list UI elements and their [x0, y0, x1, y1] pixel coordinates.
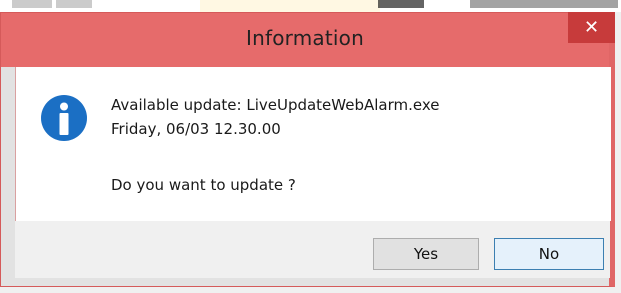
background-text [378, 0, 424, 8]
background-text [470, 0, 618, 8]
message-question: Do you want to update ? [111, 176, 296, 194]
info-icon [41, 95, 87, 141]
message-update-file: Available update: LiveUpdateWebAlarm.exe [111, 96, 440, 114]
background-text [12, 0, 52, 8]
background-text [56, 0, 92, 8]
dialog-button-bar: Yes No [15, 221, 610, 278]
dialog-title: Information [246, 26, 364, 50]
close-button[interactable]: ✕ [568, 12, 615, 43]
yes-button[interactable]: Yes [373, 238, 479, 270]
no-button[interactable]: No [494, 238, 604, 270]
background-app-strip [0, 0, 621, 12]
close-icon: ✕ [583, 17, 600, 38]
message-date-time: Friday, 06/03 12.30.00 [111, 120, 281, 138]
background-highlight [200, 0, 380, 12]
information-dialog: Information ✕ Available update: LiveUpda… [0, 12, 615, 287]
dialog-titlebar[interactable]: Information ✕ [1, 12, 615, 67]
dialog-content: Available update: LiveUpdateWebAlarm.exe… [15, 67, 611, 221]
